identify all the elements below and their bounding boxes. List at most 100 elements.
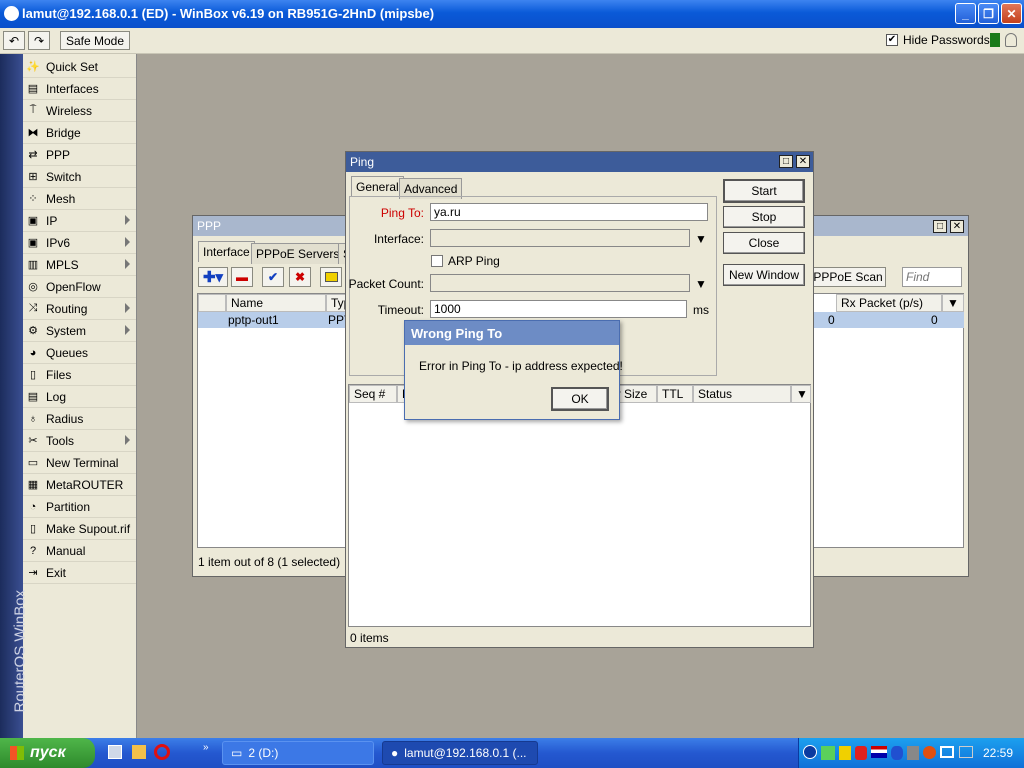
tray-collapse-icon[interactable] [803, 745, 817, 759]
close-button[interactable]: ✕ [1001, 3, 1022, 24]
ppp-col-flags[interactable] [198, 294, 226, 312]
quicklaunch-expand-icon[interactable]: » [203, 742, 209, 753]
remove-button[interactable]: ▬ [231, 267, 253, 287]
disable-button[interactable]: ✖ [289, 267, 311, 287]
quicklaunch-desktop-icon[interactable] [108, 745, 122, 759]
new-window-button[interactable]: New Window [723, 264, 805, 286]
sidebar-item-quick-set[interactable]: ✨ Quick Set [23, 56, 136, 78]
tray-display-icon[interactable] [940, 746, 954, 758]
sidebar-item-ip[interactable]: ▣ IP [23, 210, 136, 232]
sidebar-item-interfaces[interactable]: ▤ Interfaces [23, 78, 136, 100]
ping-col-ttl[interactable]: TTL [657, 385, 693, 403]
tray-monitor-icon[interactable] [959, 746, 973, 758]
bridge-icon: ⧓ [27, 127, 39, 139]
tray-shield-icon[interactable] [839, 746, 851, 760]
ping-col-status[interactable]: Status [693, 385, 791, 403]
ppp-close-button[interactable]: ✕ [950, 220, 964, 233]
start-button[interactable]: Start [723, 179, 805, 203]
sidebar-item-log[interactable]: ▤ Log [23, 386, 136, 408]
sidebar-item-label: Interfaces [46, 81, 99, 96]
sidebar-item-label: Switch [46, 169, 82, 184]
maximize-button[interactable]: ❐ [978, 3, 999, 24]
sidebar-item-exit[interactable]: ⇥ Exit [23, 562, 136, 584]
stop-button[interactable]: Stop [723, 206, 805, 228]
ping-to-input[interactable] [430, 203, 708, 221]
sidebar-item-tools[interactable]: ✂ Tools [23, 430, 136, 452]
timeout-input[interactable] [430, 300, 687, 318]
ping-title: Ping [350, 155, 375, 169]
sidebar-item-queues[interactable]: ◕ Queues [23, 342, 136, 364]
ping-close-button[interactable]: ✕ [796, 155, 810, 168]
ping-col-seq[interactable]: Seq # [349, 385, 397, 403]
packet-count-dropdown-icon[interactable]: ▼ [695, 277, 707, 291]
add-button[interactable]: ✚▾ [198, 267, 228, 287]
tray-usb-icon[interactable] [907, 746, 919, 760]
interface-dropdown-icon[interactable]: ▼ [695, 232, 707, 246]
sidebar-item-new-terminal[interactable]: ▭ New Terminal [23, 452, 136, 474]
task-explorer[interactable]: ▭ 2 (D:) [222, 741, 374, 765]
ppp-col-name[interactable]: Name [226, 294, 326, 312]
timeout-unit: ms [693, 303, 709, 317]
tab-general[interactable]: General [351, 176, 404, 197]
submenu-arrow-icon [125, 215, 130, 225]
sidebar-item-radius[interactable]: ♁ Radius [23, 408, 136, 430]
ppp-col-menu-button[interactable]: ▼ [942, 294, 964, 312]
sidebar-item-mpls[interactable]: ▥ MPLS [23, 254, 136, 276]
sidebar-item-openflow[interactable]: ◎ OpenFlow [23, 276, 136, 298]
task-winbox-label: lamut@192.168.0.1 (... [404, 746, 527, 760]
ppp-col-rx-packet[interactable]: Rx Packet (p/s) [836, 294, 942, 312]
comment-button[interactable] [320, 267, 342, 287]
hide-passwords-checkbox[interactable]: ✔ [886, 34, 898, 46]
sidebar-item-bridge[interactable]: ⧓ Bridge [23, 122, 136, 144]
interface-select[interactable] [430, 229, 690, 247]
task-winbox[interactable]: ● lamut@192.168.0.1 (... [382, 741, 538, 765]
sidebar-item-label: Tools [46, 433, 75, 448]
sidebar-item-metarouter[interactable]: ▦ MetaROUTER [23, 474, 136, 496]
files-icon: ▯ [29, 369, 37, 381]
routing-icon: ⤨ [28, 302, 38, 314]
sidebar-item-switch[interactable]: ⊞ Switch [23, 166, 136, 188]
task-explorer-label: 2 (D:) [248, 746, 279, 760]
find-input[interactable] [902, 267, 962, 287]
sidebar-item-system[interactable]: ⚙ System [23, 320, 136, 342]
ping-maximize-button[interactable]: □ [779, 155, 793, 168]
tray-network-icon[interactable] [821, 746, 835, 760]
sidebar-item-label: Routing [46, 301, 88, 316]
enable-button[interactable]: ✔ [262, 267, 284, 287]
sidebar-menu: RouterOS WinBox ✨ Quick Set ▤ Interfaces ⍑ Wi… [0, 54, 137, 738]
sidebar-item-routing[interactable]: ⤨ Routing [23, 298, 136, 320]
ok-button[interactable]: OK [551, 387, 609, 411]
pppoe-scan-button[interactable]: PPPoE Scan [810, 267, 886, 287]
sidebar-item-partition[interactable]: ◔ Partition [23, 496, 136, 518]
safe-mode-button[interactable]: Safe Mode [60, 31, 130, 50]
sidebar-item-manual[interactable]: ? Manual [23, 540, 136, 562]
sidebar-item-files[interactable]: ▯ Files [23, 364, 136, 386]
ping-col-menu-button[interactable]: ▼ [791, 385, 811, 403]
packet-count-input[interactable] [430, 274, 690, 292]
ping-to-label: Ping To: [380, 206, 424, 220]
sidebar-item-ipv6[interactable]: ▣ IPv6 [23, 232, 136, 254]
tab-interface[interactable]: Interface [198, 241, 255, 262]
arp-ping-checkbox[interactable] [431, 255, 443, 267]
row-name: pptp-out1 [228, 313, 279, 327]
quicklaunch-opera-icon[interactable] [154, 744, 170, 760]
sidebar-item-mesh[interactable]: ⁘ Mesh [23, 188, 136, 210]
sidebar-item-make-supout-rif[interactable]: ▯ Make Supout.rif [23, 518, 136, 540]
undo-button[interactable]: ↶ [3, 31, 25, 50]
minimize-button[interactable]: _ [955, 3, 976, 24]
system-tray: 22:59 [798, 738, 1024, 768]
tab-pppoe-servers[interactable]: PPPoE Servers [251, 243, 345, 264]
tray-alert-icon[interactable] [923, 746, 936, 759]
close-dialog-button[interactable]: Close [723, 232, 805, 254]
tray-bluetooth-icon[interactable] [891, 746, 903, 760]
tray-antivirus-icon[interactable] [855, 746, 867, 760]
quicklaunch-messenger-icon[interactable] [132, 745, 146, 759]
ppp-maximize-button[interactable]: □ [933, 220, 947, 233]
sidebar-item-label: Radius [46, 411, 84, 426]
start-button[interactable]: пуск [0, 738, 95, 768]
sidebar-item-wireless[interactable]: ⍑ Wireless [23, 100, 136, 122]
lock-icon [1005, 33, 1017, 47]
sidebar-item-ppp[interactable]: ⇄ PPP [23, 144, 136, 166]
redo-button[interactable]: ↷ [28, 31, 50, 50]
tray-flag-icon[interactable] [871, 746, 887, 758]
